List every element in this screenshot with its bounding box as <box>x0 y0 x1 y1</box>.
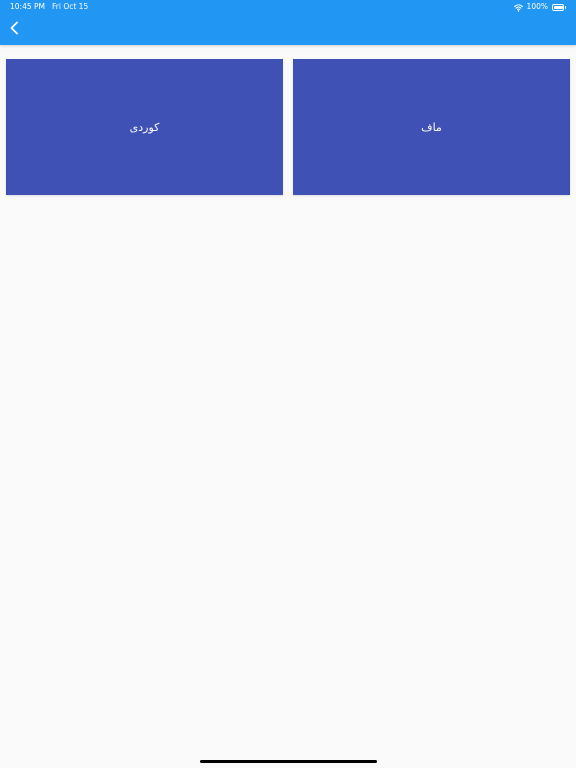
battery-icon <box>552 3 566 11</box>
battery-fill <box>554 5 563 9</box>
wifi-icon <box>513 3 523 12</box>
status-time: 10:45 PM <box>10 2 45 11</box>
card-kurdi[interactable]: کوردی <box>6 59 283 195</box>
status-bar: 10:45 PM Fri Oct 15 100% <box>0 0 576 14</box>
card-label: کوردی <box>129 120 160 134</box>
status-right: 100% <box>513 0 566 14</box>
status-date: Fri Oct 15 <box>52 2 89 11</box>
card-grid: کوردی ماف <box>6 59 570 195</box>
app-screen: 10:45 PM Fri Oct 15 100% کوردی ماف <box>0 0 576 768</box>
battery-cap <box>565 5 566 9</box>
battery-body <box>552 3 565 11</box>
top-app-bar: 10:45 PM Fri Oct 15 100% <box>0 0 576 45</box>
battery-percent: 100% <box>526 2 548 11</box>
status-left: 10:45 PM Fri Oct 15 <box>10 0 88 14</box>
back-button[interactable] <box>6 20 22 38</box>
chevron-left-icon <box>9 20 19 39</box>
home-indicator <box>200 760 377 763</box>
card-maf[interactable]: ماف <box>293 59 570 195</box>
card-label: ماف <box>421 120 442 134</box>
